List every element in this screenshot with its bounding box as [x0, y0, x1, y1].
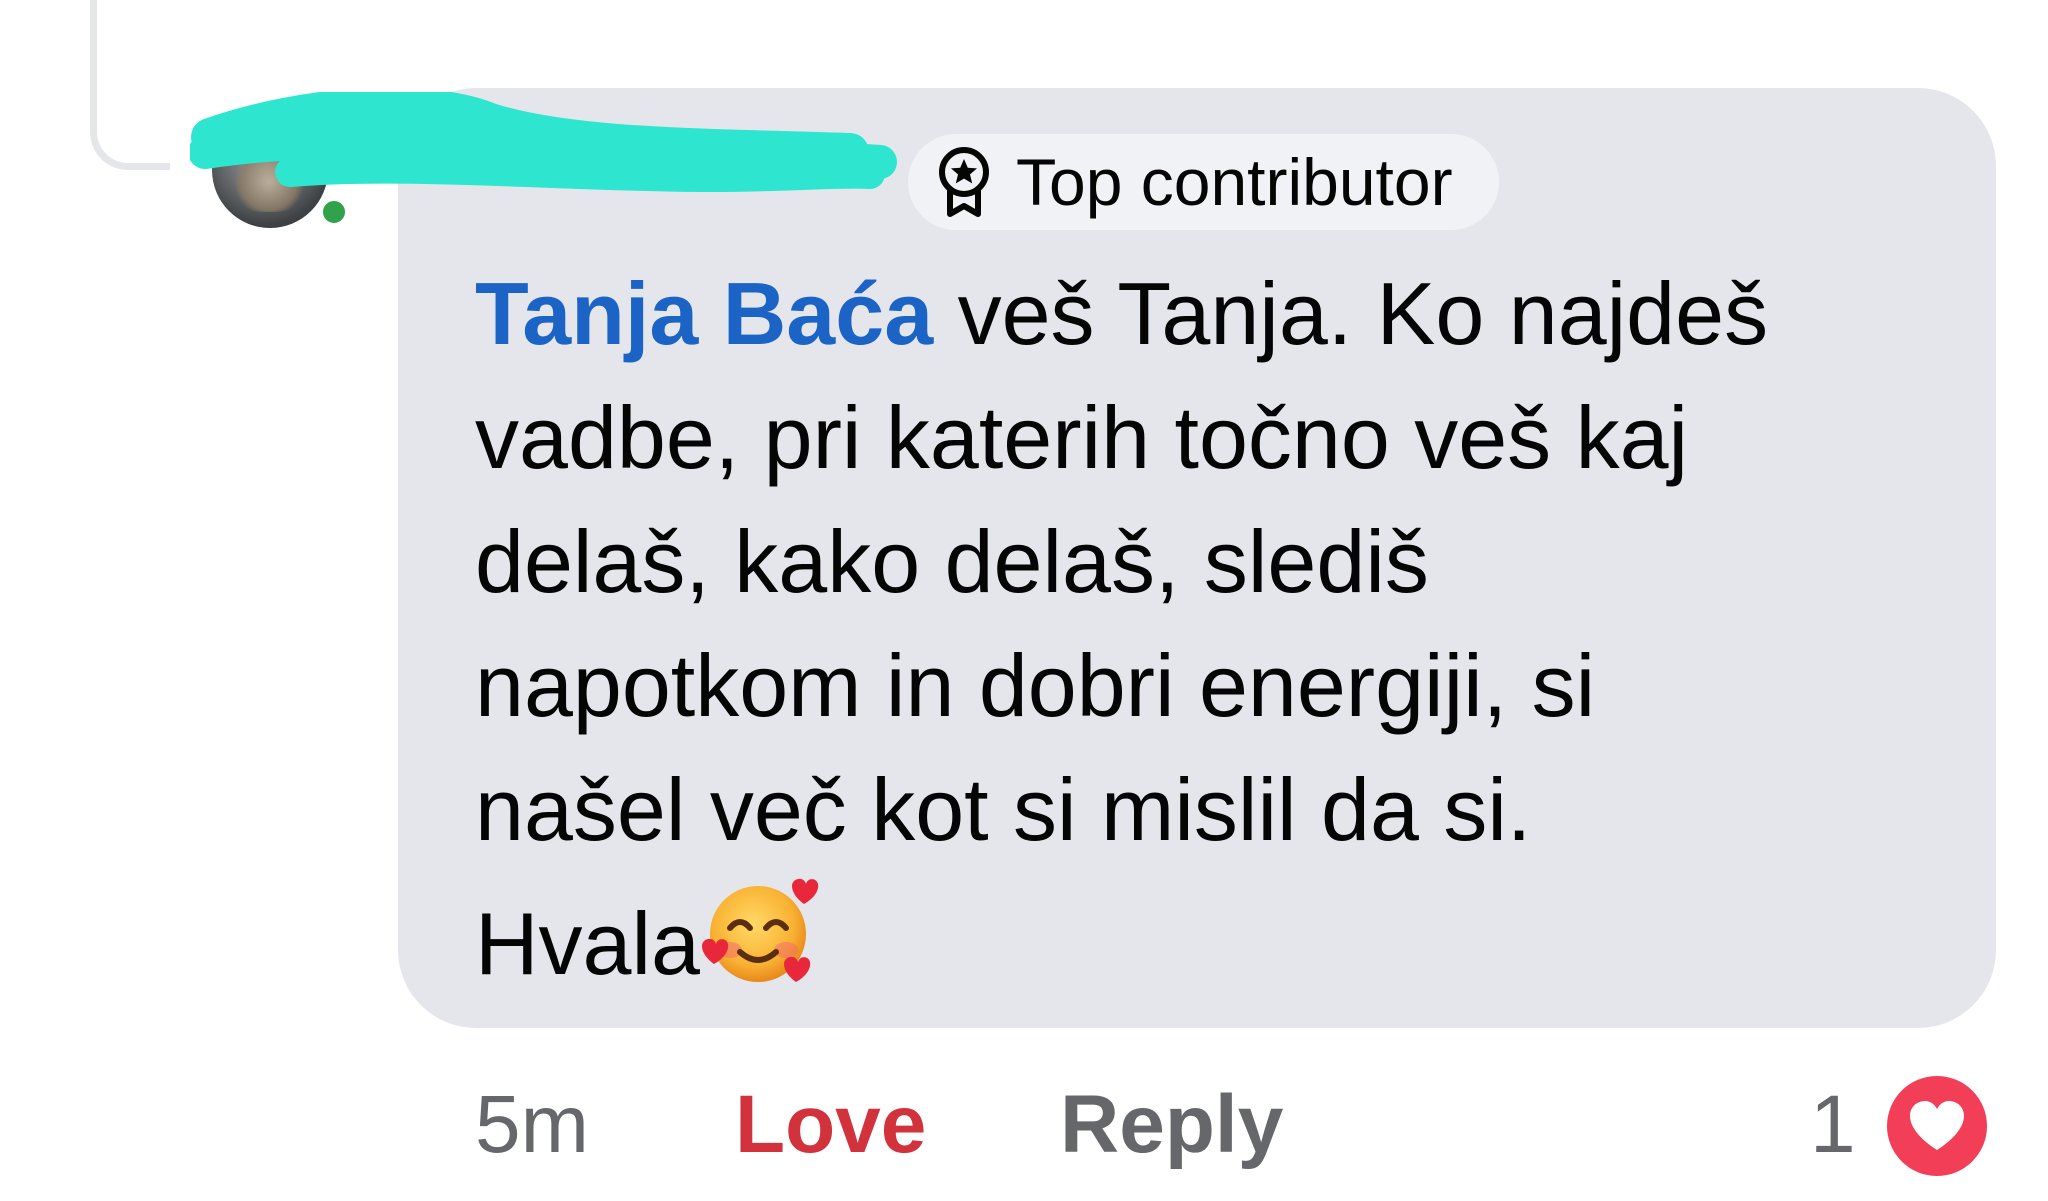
- smiling-face-with-hearts-emoji: [701, 878, 819, 982]
- mention-link[interactable]: Tanja Baća: [475, 264, 933, 363]
- comment-thread: Top contributor Tanja Baća veš Tanja. Ko…: [0, 0, 2048, 1201]
- comment-timestamp[interactable]: 5m: [475, 1070, 589, 1180]
- comment-text-line-2: vadbe, pri katerih točno veš kaj: [475, 388, 1689, 487]
- heart-glyph-icon: [1910, 1101, 1964, 1150]
- comment-text-line-6: Hvala: [475, 894, 700, 993]
- comment-text-line-1: veš Tanja. Ko najdeš: [933, 264, 1769, 363]
- badge-label: Top contributor: [1016, 145, 1453, 219]
- comment-body: Tanja Baća veš Tanja. Ko najdeš vadbe, p…: [475, 252, 1955, 1006]
- comment-text-line-3: delaš, kako delaš, slediš: [475, 512, 1429, 611]
- thread-connector-line: [90, 0, 170, 170]
- star-badge-icon: [939, 147, 989, 217]
- top-contributor-badge[interactable]: Top contributor: [908, 134, 1499, 230]
- love-heart-icon[interactable]: [1887, 1076, 1987, 1176]
- reaction-count[interactable]: 1: [1810, 1070, 1856, 1180]
- redaction-scribble: [190, 92, 897, 193]
- love-reaction-button[interactable]: Love: [735, 1070, 926, 1180]
- comment-text-line-5: našel več kot si mislil da si.: [475, 760, 1532, 859]
- comment-actions: 5m Love Reply 1: [475, 1070, 1995, 1180]
- reply-button[interactable]: Reply: [1060, 1070, 1283, 1180]
- comment-text-line-4: napotkom in dobri energiji, si: [475, 636, 1596, 735]
